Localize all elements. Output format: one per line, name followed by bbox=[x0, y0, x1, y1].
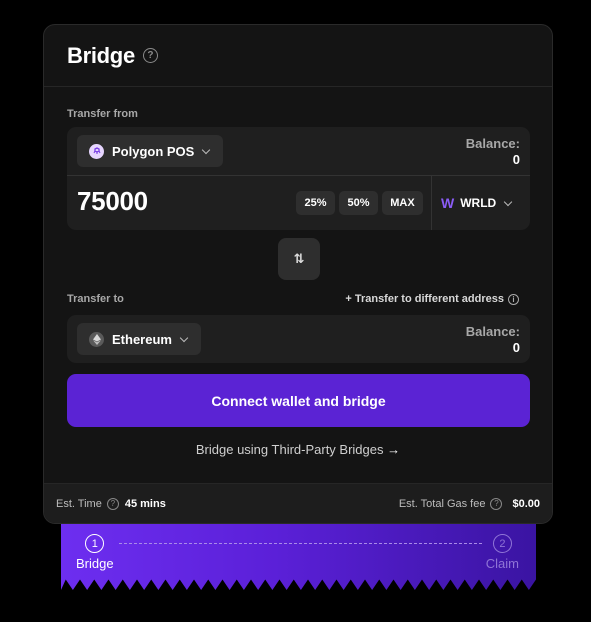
from-chain-select[interactable]: Polygon POS bbox=[77, 135, 224, 167]
help-icon[interactable]: ? bbox=[106, 497, 119, 510]
transfer-to-label: Transfer to bbox=[67, 293, 124, 305]
third-party-text: Bridge using Third-Party Bridges bbox=[195, 442, 384, 457]
token-divider bbox=[431, 175, 432, 230]
bridge-card: Bridge ? Transfer from Polygon POS Balan… bbox=[43, 24, 553, 524]
amount-input[interactable]: 75000 bbox=[77, 186, 148, 217]
step-number: 1 bbox=[85, 534, 105, 553]
gas-fee-value: $0.00 bbox=[512, 497, 540, 510]
quick-50-button[interactable]: 50% bbox=[339, 191, 378, 215]
from-chain-name: Polygon POS bbox=[112, 143, 195, 159]
help-icon[interactable]: ? bbox=[142, 48, 158, 63]
transfer-from-panel: Polygon POS Balance: 0 75000 25% 50% MAX… bbox=[67, 127, 530, 230]
swap-vertical-icon: ⇅ bbox=[293, 251, 305, 266]
token-select[interactable]: W WRLD bbox=[441, 191, 513, 215]
connect-wallet-button[interactable]: Connect wallet and bridge bbox=[67, 374, 530, 427]
step-bridge: 1 Bridge bbox=[76, 534, 114, 571]
arrow-right-icon: → bbox=[387, 442, 401, 457]
from-balance-label: Balance: bbox=[465, 136, 520, 151]
to-balance-label: Balance: bbox=[465, 324, 520, 339]
different-address-text: + Transfer to different address bbox=[345, 293, 504, 305]
estimate-footer: Est. Time ? 45 mins Est. Total Gas fee ?… bbox=[44, 483, 552, 523]
page-title: Bridge bbox=[67, 42, 135, 68]
step-claim: 2 Claim bbox=[486, 534, 519, 571]
to-chain-select[interactable]: Ethereum bbox=[77, 323, 201, 355]
from-balance-value: 0 bbox=[512, 152, 520, 167]
panel-divider bbox=[67, 175, 530, 176]
transfer-from-label: Transfer from bbox=[67, 108, 138, 120]
chevron-down-icon bbox=[202, 145, 211, 154]
gas-fee-label: Est. Total Gas fee bbox=[398, 497, 486, 510]
info-icon: i bbox=[508, 293, 519, 305]
progress-ticket: 1 Bridge 2 Claim bbox=[61, 524, 536, 590]
polygon-logo-icon bbox=[89, 143, 104, 159]
step-connector bbox=[119, 543, 482, 544]
different-address-link[interactable]: + Transfer to different address i bbox=[345, 293, 519, 305]
token-name: WRLD bbox=[460, 196, 497, 210]
wrld-token-icon: W bbox=[441, 195, 455, 211]
to-balance-value: 0 bbox=[512, 340, 520, 355]
card-header: Bridge ? bbox=[44, 25, 552, 87]
to-balance: Balance: 0 bbox=[466, 324, 520, 356]
ethereum-logo-icon bbox=[89, 331, 104, 347]
transfer-to-panel: Ethereum Balance: 0 bbox=[67, 315, 530, 363]
from-balance: Balance: 0 bbox=[466, 136, 520, 168]
step-number: 2 bbox=[492, 534, 512, 553]
help-icon[interactable]: ? bbox=[490, 497, 503, 510]
step-label: Bridge bbox=[76, 556, 114, 571]
step-label: Claim bbox=[485, 556, 519, 571]
swap-direction-button[interactable]: ⇅ bbox=[278, 238, 320, 280]
est-time-label: Est. Time bbox=[56, 497, 102, 510]
quick-max-button[interactable]: MAX bbox=[382, 191, 423, 215]
chevron-down-icon bbox=[503, 197, 513, 206]
quick-25-button[interactable]: 25% bbox=[296, 191, 335, 215]
third-party-bridges-link[interactable]: Bridge using Third-Party Bridges → bbox=[44, 442, 552, 457]
to-chain-name: Ethereum bbox=[112, 331, 172, 347]
est-time-value: 45 mins bbox=[124, 497, 166, 510]
chevron-down-icon bbox=[179, 333, 189, 342]
